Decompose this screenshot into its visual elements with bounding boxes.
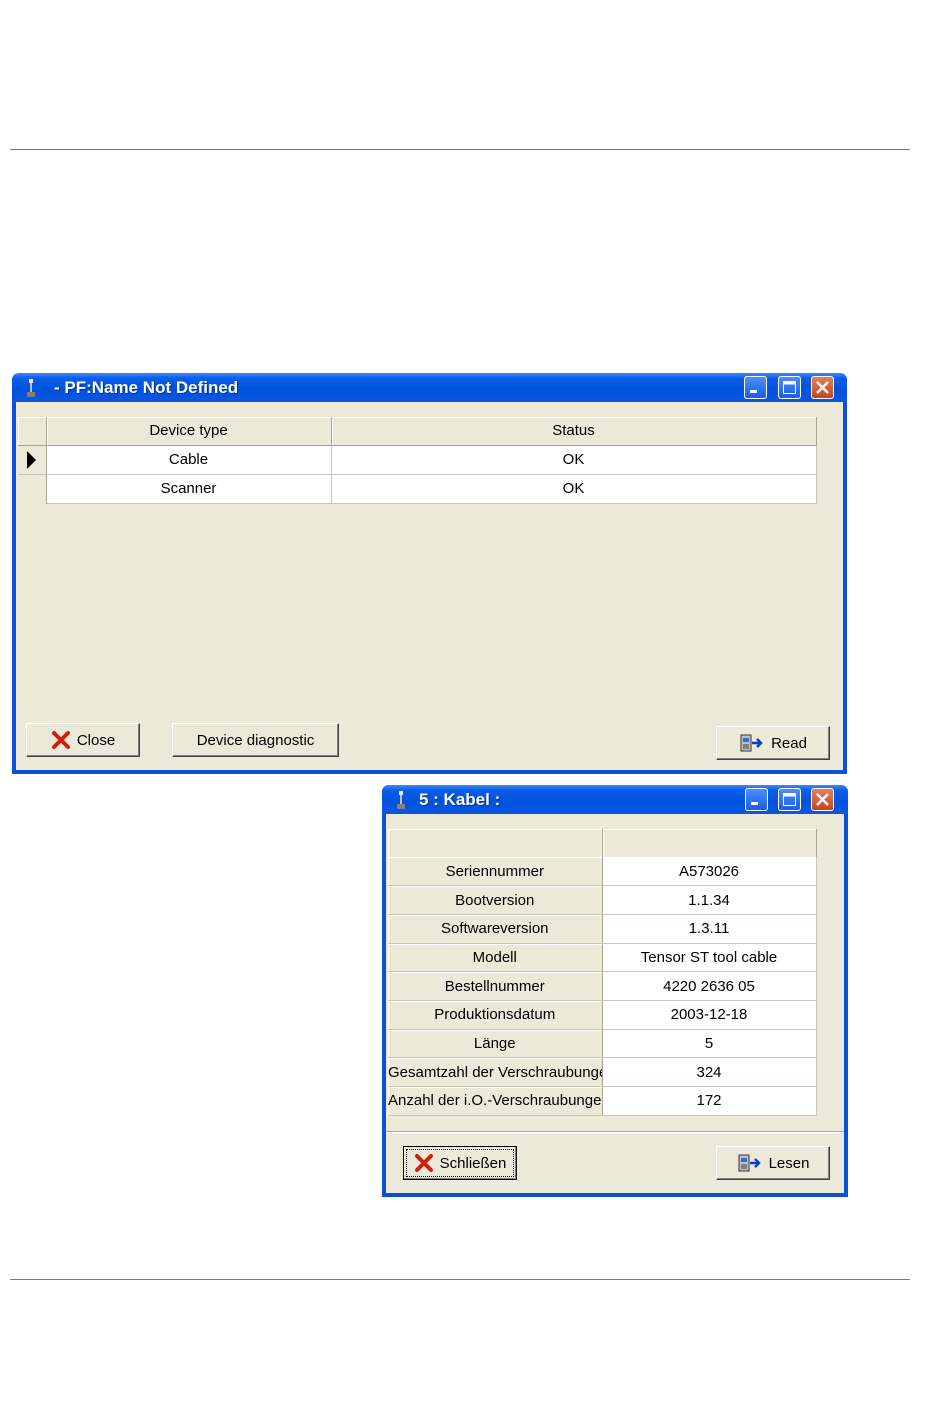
- property-row[interactable]: Gesamtzahl der Verschraubungen 324: [388, 1057, 817, 1087]
- property-label: Softwareversion: [388, 914, 603, 944]
- lesen-button[interactable]: Lesen: [716, 1146, 830, 1180]
- red-x-icon: [414, 1154, 433, 1172]
- property-row[interactable]: Produktionsdatum 2003-12-18: [388, 1000, 817, 1030]
- maximize-icon: [783, 381, 796, 394]
- property-value[interactable]: 4220 2636 05: [602, 971, 817, 1001]
- property-label: Produktionsdatum: [388, 1000, 603, 1030]
- row-selector[interactable]: [18, 474, 47, 503]
- property-label: Gesamtzahl der Verschraubungen: [388, 1057, 603, 1087]
- cell-status[interactable]: OK: [331, 445, 817, 475]
- read-button[interactable]: Read: [716, 726, 830, 760]
- property-value[interactable]: 1.3.11: [602, 914, 817, 944]
- column-header-status[interactable]: Status: [331, 417, 817, 446]
- read-button-label: Read: [771, 734, 807, 752]
- property-label: Seriennummer: [388, 857, 603, 887]
- read-device-icon: [738, 1154, 761, 1172]
- close-icon: [816, 793, 829, 806]
- table-row[interactable]: Scanner OK: [18, 474, 817, 504]
- minimize-button[interactable]: [744, 376, 767, 399]
- property-row[interactable]: Seriennummer A573026: [388, 857, 817, 887]
- corner-header: [18, 417, 47, 446]
- property-value[interactable]: 172: [602, 1086, 817, 1116]
- close-button-label: Close: [76, 731, 116, 749]
- property-value[interactable]: 5: [602, 1029, 817, 1059]
- window-title: 5 : Kabel :: [419, 790, 501, 809]
- minimize-icon: [750, 390, 757, 393]
- close-icon: [816, 381, 829, 394]
- property-row[interactable]: Softwareversion 1.3.11: [388, 914, 817, 944]
- row-selector[interactable]: [18, 445, 47, 475]
- property-label: Modell: [388, 943, 603, 973]
- schliessen-button[interactable]: Schließen: [403, 1146, 517, 1180]
- close-window-button[interactable]: [811, 376, 834, 399]
- value-column-header: [602, 829, 817, 858]
- current-row-arrow-icon: [27, 450, 36, 469]
- title-bar[interactable]: - PF:Name Not Defined: [12, 373, 847, 402]
- tool-icon: [27, 379, 35, 397]
- maximize-button[interactable]: [778, 376, 801, 399]
- lesen-button-label: Lesen: [768, 1154, 810, 1172]
- property-label: Länge: [388, 1029, 603, 1059]
- property-row[interactable]: Länge 5: [388, 1029, 817, 1059]
- title-bar[interactable]: 5 : Kabel :: [382, 785, 848, 814]
- corner-header: [388, 829, 603, 858]
- cell-device-type[interactable]: Scanner: [46, 474, 332, 504]
- window-client: Seriennummer A573026 Bootversion 1.1.34 Soft…: [386, 814, 844, 1193]
- schliessen-button-label: Schließen: [439, 1154, 507, 1172]
- button-separator: [386, 1131, 844, 1133]
- device-status-window: - PF:Name Not Defined Device type Status…: [12, 373, 847, 774]
- cable-info-window: 5 : Kabel : Seriennummer A573026 Bootversi…: [382, 785, 848, 1197]
- close-button[interactable]: Close: [26, 723, 140, 757]
- device-diagnostic-label: Device diagnostic: [196, 731, 315, 749]
- property-label: Anzahl der i.O.-Verschraubungen: [388, 1086, 603, 1116]
- property-value[interactable]: Tensor ST tool cable: [602, 943, 817, 973]
- table-row[interactable]: Cable OK: [18, 445, 817, 475]
- property-row[interactable]: Bootversion 1.1.34: [388, 885, 817, 915]
- read-device-icon: [740, 734, 763, 752]
- property-value[interactable]: 1.1.34: [602, 885, 817, 915]
- property-row[interactable]: Bestellnummer 4220 2636 05: [388, 971, 817, 1001]
- maximize-button[interactable]: [778, 788, 801, 811]
- window-title: - PF:Name Not Defined: [54, 378, 239, 397]
- minimize-icon: [751, 802, 758, 805]
- top-rule: [10, 149, 910, 150]
- maximize-icon: [783, 793, 796, 806]
- red-x-icon: [51, 731, 70, 749]
- device-table: Device type Status Cable OK Scanner OK: [18, 417, 817, 504]
- column-header-device-type[interactable]: Device type: [46, 417, 332, 446]
- cell-device-type[interactable]: Cable: [46, 445, 332, 475]
- close-window-button[interactable]: [811, 788, 834, 811]
- cell-status[interactable]: OK: [331, 474, 817, 504]
- cable-properties-table: [388, 829, 817, 858]
- property-label: Bootversion: [388, 885, 603, 915]
- device-diagnostic-button[interactable]: Device diagnostic: [172, 723, 339, 757]
- minimize-button[interactable]: [745, 788, 768, 811]
- tool-icon: [397, 791, 405, 809]
- cable-properties-rows: Seriennummer A573026 Bootversion 1.1.34 Soft…: [388, 857, 817, 1116]
- window-client: Device type Status Cable OK Scanner OK C…: [16, 402, 843, 770]
- property-row[interactable]: Modell Tensor ST tool cable: [388, 943, 817, 973]
- property-value[interactable]: 2003-12-18: [602, 1000, 817, 1030]
- bottom-rule: [10, 1279, 910, 1280]
- property-row[interactable]: Anzahl der i.O.-Verschraubungen 172: [388, 1086, 817, 1116]
- property-label: Bestellnummer: [388, 971, 603, 1001]
- property-value[interactable]: A573026: [602, 857, 817, 887]
- property-value[interactable]: 324: [602, 1057, 817, 1087]
